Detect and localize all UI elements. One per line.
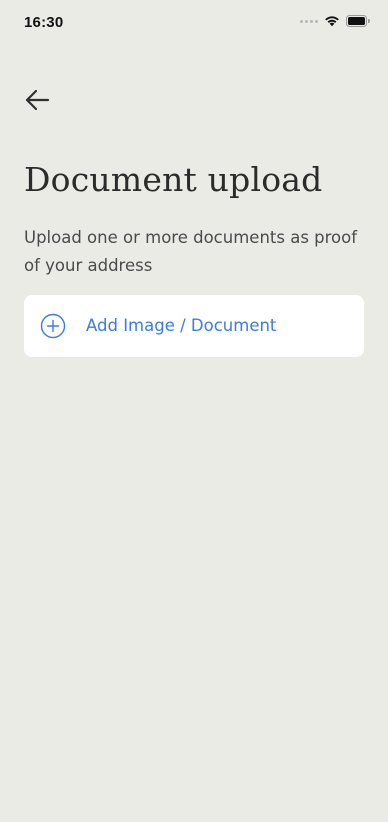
add-document-button[interactable]: Add Image / Document [24,295,364,357]
battery-icon [346,15,370,27]
status-time: 16:30 [24,14,64,31]
back-button[interactable] [20,86,54,118]
plus-circle-icon [40,313,66,339]
cellular-signal-icon [300,19,318,23]
wifi-icon [324,15,340,27]
status-indicators [300,15,370,27]
arrow-left-icon [23,88,51,116]
page-title: Document upload [24,160,323,199]
status-bar: 16:30 [0,0,388,46]
add-document-label: Add Image / Document [86,316,277,335]
page-description: Upload one or more documents as proof of… [24,228,358,275]
